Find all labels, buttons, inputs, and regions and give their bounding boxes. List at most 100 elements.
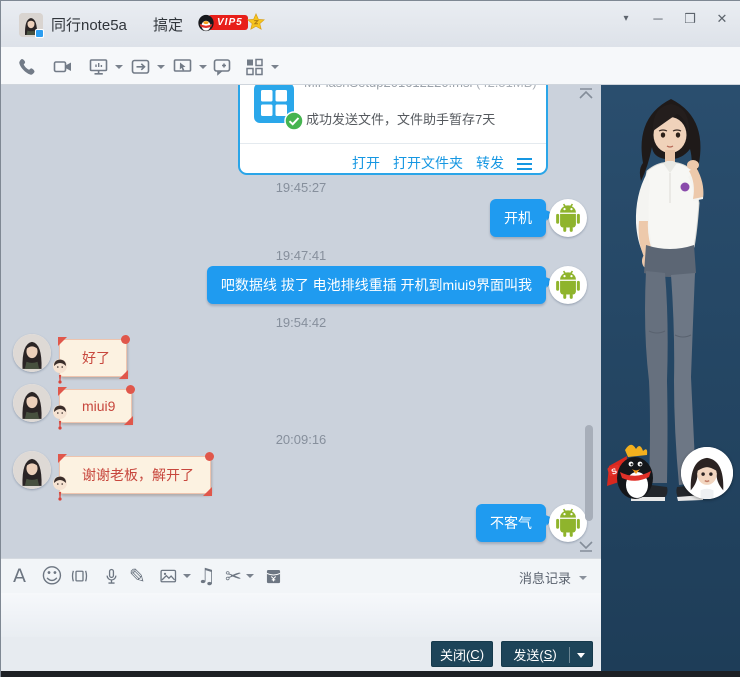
window-shake-button[interactable]	[69, 565, 90, 587]
font-icon: A	[13, 565, 26, 587]
open-folder-link[interactable]: 打开文件夹	[393, 153, 463, 173]
open-file-link[interactable]: 打开	[352, 153, 380, 173]
bubble-decor-icon	[119, 370, 128, 379]
card-divider	[240, 143, 546, 144]
send-label: 发送(	[513, 647, 544, 663]
bubble-charm-icon	[51, 358, 69, 384]
girl-face-icon	[681, 447, 733, 499]
contact-avatar[interactable]	[13, 384, 51, 422]
received-text: 好了	[82, 350, 110, 366]
create-group-chat-button[interactable]	[211, 55, 235, 79]
self-avatar[interactable]	[549, 199, 587, 237]
smiley-icon: ☺	[41, 564, 63, 588]
close-button[interactable]: 关闭(C)	[431, 641, 493, 667]
bubble-decor-icon	[58, 387, 67, 396]
phone-icon	[19, 59, 35, 75]
send-separator	[569, 647, 570, 663]
qq-penguin-mascot-icon[interactable]: S	[605, 442, 657, 504]
file-transfer-caret-icon[interactable]	[157, 65, 165, 69]
send-options-caret-icon[interactable]	[577, 653, 585, 658]
apps-grid-icon	[246, 58, 263, 76]
message-row-sent: 开机	[1, 199, 601, 239]
window-menu-icon[interactable]: ▾	[615, 9, 637, 29]
call-toolbar	[1, 47, 740, 85]
minimize-icon[interactable]: ─	[647, 9, 669, 29]
pencil-icon: ✎	[129, 564, 146, 588]
bubble-decor-icon	[124, 416, 134, 425]
contact-avatar[interactable]	[13, 334, 51, 372]
timestamp: 19:54:42	[275, 315, 327, 330]
window-bottom-edge	[1, 671, 740, 677]
file-size: (42.51MB)	[476, 85, 537, 90]
self-avatar[interactable]	[549, 266, 587, 304]
bubble-decor-icon	[121, 335, 130, 344]
emoticon-button[interactable]: ☺	[41, 565, 63, 587]
voice-call-button[interactable]	[15, 55, 39, 79]
vip-badge[interactable]: VIP5	[197, 14, 248, 31]
music-share-button[interactable]: ♫	[197, 565, 216, 587]
screenshot-caret-icon[interactable]	[245, 574, 254, 578]
timestamp: 19:45:27	[275, 180, 327, 195]
android-robot-icon	[556, 203, 580, 232]
scroll-to-bottom-icon[interactable]	[577, 539, 595, 553]
received-text: 谢谢老板，解开了	[82, 467, 194, 483]
girl-portrait-icon	[13, 384, 51, 422]
image-caret-icon[interactable]	[183, 574, 191, 578]
message-row-received: miui9	[1, 384, 601, 430]
file-name-text: MiFlashSetup201612220.msi	[304, 85, 472, 90]
screen-share-button[interactable]	[87, 55, 123, 79]
handwriting-button[interactable]: ✎	[129, 565, 146, 587]
maximize-icon[interactable]: ❒	[679, 9, 701, 29]
music-note-icon: ♫	[197, 564, 216, 588]
voice-message-button[interactable]	[101, 565, 122, 587]
message-row-received: 好了	[1, 334, 601, 384]
applications-caret-icon[interactable]	[271, 65, 279, 69]
girl-portrait-icon	[13, 334, 51, 372]
close-icon[interactable]: ✕	[711, 9, 733, 29]
applications-button[interactable]	[243, 55, 279, 79]
screen-share-caret-icon[interactable]	[115, 65, 123, 69]
remote-desktop-caret-icon[interactable]	[199, 65, 207, 69]
video-call-button[interactable]	[51, 55, 75, 79]
font-style-button[interactable]: A	[13, 565, 26, 587]
qq-show-panel[interactable]: S	[601, 85, 740, 671]
scroll-to-top-icon[interactable]	[577, 87, 595, 101]
remote-desktop-button[interactable]	[171, 55, 207, 79]
message-row-received: 谢谢老板，解开了	[1, 451, 601, 501]
bubble-decor-icon	[58, 454, 67, 463]
bubble-charm-icon	[51, 475, 69, 501]
video-camera-icon	[53, 61, 71, 73]
red-packet-button[interactable]	[263, 565, 284, 587]
qq-show-avatar[interactable]	[681, 447, 733, 499]
android-robot-icon	[556, 508, 580, 537]
history-caret-icon	[579, 575, 587, 580]
more-actions-icon[interactable]	[517, 156, 532, 170]
input-toolbar: A ☺ ✎ ♫ ✂ 消息记录	[1, 558, 601, 593]
received-text: miui9	[82, 398, 116, 414]
file-status-text: 成功发送文件，文件助手暂存7天	[306, 112, 496, 127]
image-icon	[160, 569, 177, 582]
sent-bubble: 不客气	[476, 504, 546, 542]
self-avatar[interactable]	[549, 504, 587, 542]
received-bubble: 谢谢老板，解开了	[53, 452, 214, 501]
shake-window-icon	[71, 570, 88, 582]
window-controls: ▾ ─ ❒ ✕	[615, 9, 733, 29]
message-row-sent: 不客气	[1, 504, 601, 544]
device-indicator-icon	[35, 29, 44, 38]
message-row-sent: 吧数据线 拔了 电池排线重插 开机到miui9界面叫我	[1, 266, 601, 306]
file-transfer-button[interactable]	[129, 55, 165, 79]
forward-link[interactable]: 转发	[476, 153, 504, 173]
screenshot-button[interactable]: ✂	[225, 565, 254, 587]
send-image-button[interactable]	[158, 565, 191, 587]
bubble-charm-icon	[51, 404, 69, 430]
message-input[interactable]	[1, 593, 601, 637]
android-robot-icon	[556, 270, 580, 299]
contact-name: 同行note5a	[51, 17, 127, 34]
scissors-icon: ✂	[225, 564, 242, 588]
microphone-icon	[106, 568, 117, 584]
send-button[interactable]: 发送(S)	[501, 641, 593, 667]
contact-avatar[interactable]	[13, 451, 51, 489]
scrollbar-thumb[interactable]	[585, 425, 593, 521]
message-history-button[interactable]: 消息记录	[519, 568, 587, 587]
sent-bubble: 开机	[490, 199, 546, 237]
